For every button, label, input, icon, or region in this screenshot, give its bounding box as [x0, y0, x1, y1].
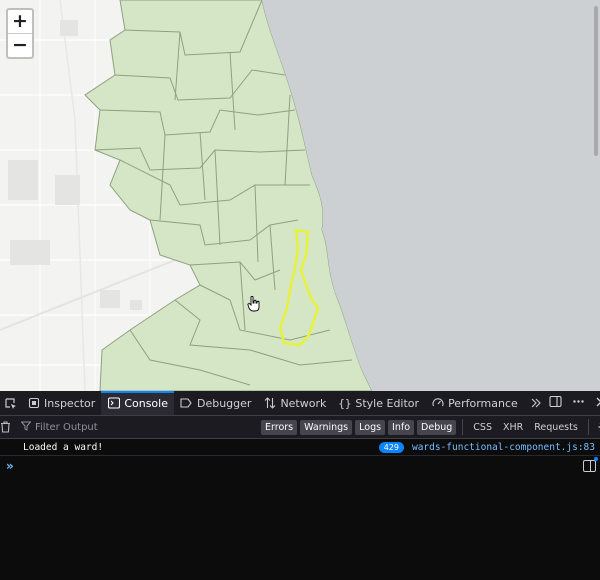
style-editor-icon: {}: [338, 396, 352, 410]
performance-icon: [431, 397, 444, 410]
inspector-icon: [27, 397, 40, 410]
map-scrollbar[interactable]: [594, 6, 598, 156]
element-picker-icon: [4, 397, 17, 410]
toolbar-right-controls: [549, 391, 600, 415]
tab-performance[interactable]: Performance: [425, 391, 524, 415]
console-input[interactable]: [22, 458, 600, 474]
tab-label: Inspector: [44, 396, 96, 410]
devtools-toolbar: Inspector Console Debugger Network {} St…: [0, 391, 600, 416]
prompt-icon: »: [6, 459, 14, 473]
element-picker-button[interactable]: [0, 391, 21, 415]
debugger-icon: [180, 397, 193, 410]
message-text: Loaded a ward!: [23, 441, 104, 453]
filter-icon: [20, 421, 32, 434]
map-view[interactable]: + −: [0, 0, 600, 391]
devtools-panel: Inspector Console Debugger Network {} St…: [0, 391, 600, 580]
zoom-out-button[interactable]: −: [8, 33, 32, 57]
basemap: [0, 0, 600, 391]
close-icon[interactable]: [595, 396, 600, 411]
console-filter-bar: Errors Warnings Logs Info Debug CSS XHR …: [0, 416, 600, 439]
tab-console[interactable]: Console: [101, 391, 174, 415]
filter-info-button[interactable]: Info: [388, 419, 415, 435]
gear-icon[interactable]: [595, 421, 600, 433]
console-input-row: »: [0, 456, 600, 476]
log-level-filters: Errors Warnings Logs Info Debug CSS XHR …: [261, 419, 600, 435]
filter-warnings-button[interactable]: Warnings: [300, 419, 353, 435]
hand-cursor-icon: [247, 296, 260, 312]
more-options-icon[interactable]: [572, 395, 585, 411]
chevron-double-right-icon: [530, 397, 543, 410]
filter-output-input[interactable]: [35, 421, 235, 433]
clear-console-icon[interactable]: [0, 421, 11, 433]
tab-style-editor[interactable]: {} Style Editor: [332, 391, 425, 415]
filter-output-field: [17, 421, 261, 434]
console-message: Loaded a ward! 429 wards-functional-comp…: [0, 439, 600, 456]
tab-network[interactable]: Network: [257, 391, 332, 415]
filter-css-button[interactable]: CSS: [469, 422, 496, 433]
filter-debug-button[interactable]: Debug: [417, 419, 457, 435]
repeat-count-badge: 429: [378, 441, 404, 453]
network-icon: [263, 397, 276, 410]
tab-inspector[interactable]: Inspector: [21, 391, 101, 415]
filter-requests-button[interactable]: Requests: [530, 422, 582, 433]
filter-logs-button[interactable]: Logs: [355, 419, 386, 435]
tab-label: Debugger: [196, 396, 252, 410]
tab-label: Network: [280, 396, 327, 410]
filter-errors-button[interactable]: Errors: [261, 419, 298, 435]
tab-label: Console: [124, 396, 168, 410]
divider: [462, 419, 464, 435]
source-location-link[interactable]: wards-functional-component.js:83: [412, 442, 595, 453]
tab-label: Performance: [448, 396, 518, 410]
editor-mode-icon[interactable]: [583, 457, 598, 472]
zoom-control: + −: [6, 8, 34, 59]
console-icon: [107, 397, 120, 410]
divider: [587, 419, 589, 435]
zoom-in-button[interactable]: +: [8, 10, 32, 33]
tab-label: Style Editor: [355, 396, 420, 410]
dock-side-icon[interactable]: [549, 395, 562, 411]
more-tools-button[interactable]: [524, 391, 549, 415]
filter-xhr-button[interactable]: XHR: [499, 422, 527, 433]
tab-debugger[interactable]: Debugger: [174, 391, 257, 415]
